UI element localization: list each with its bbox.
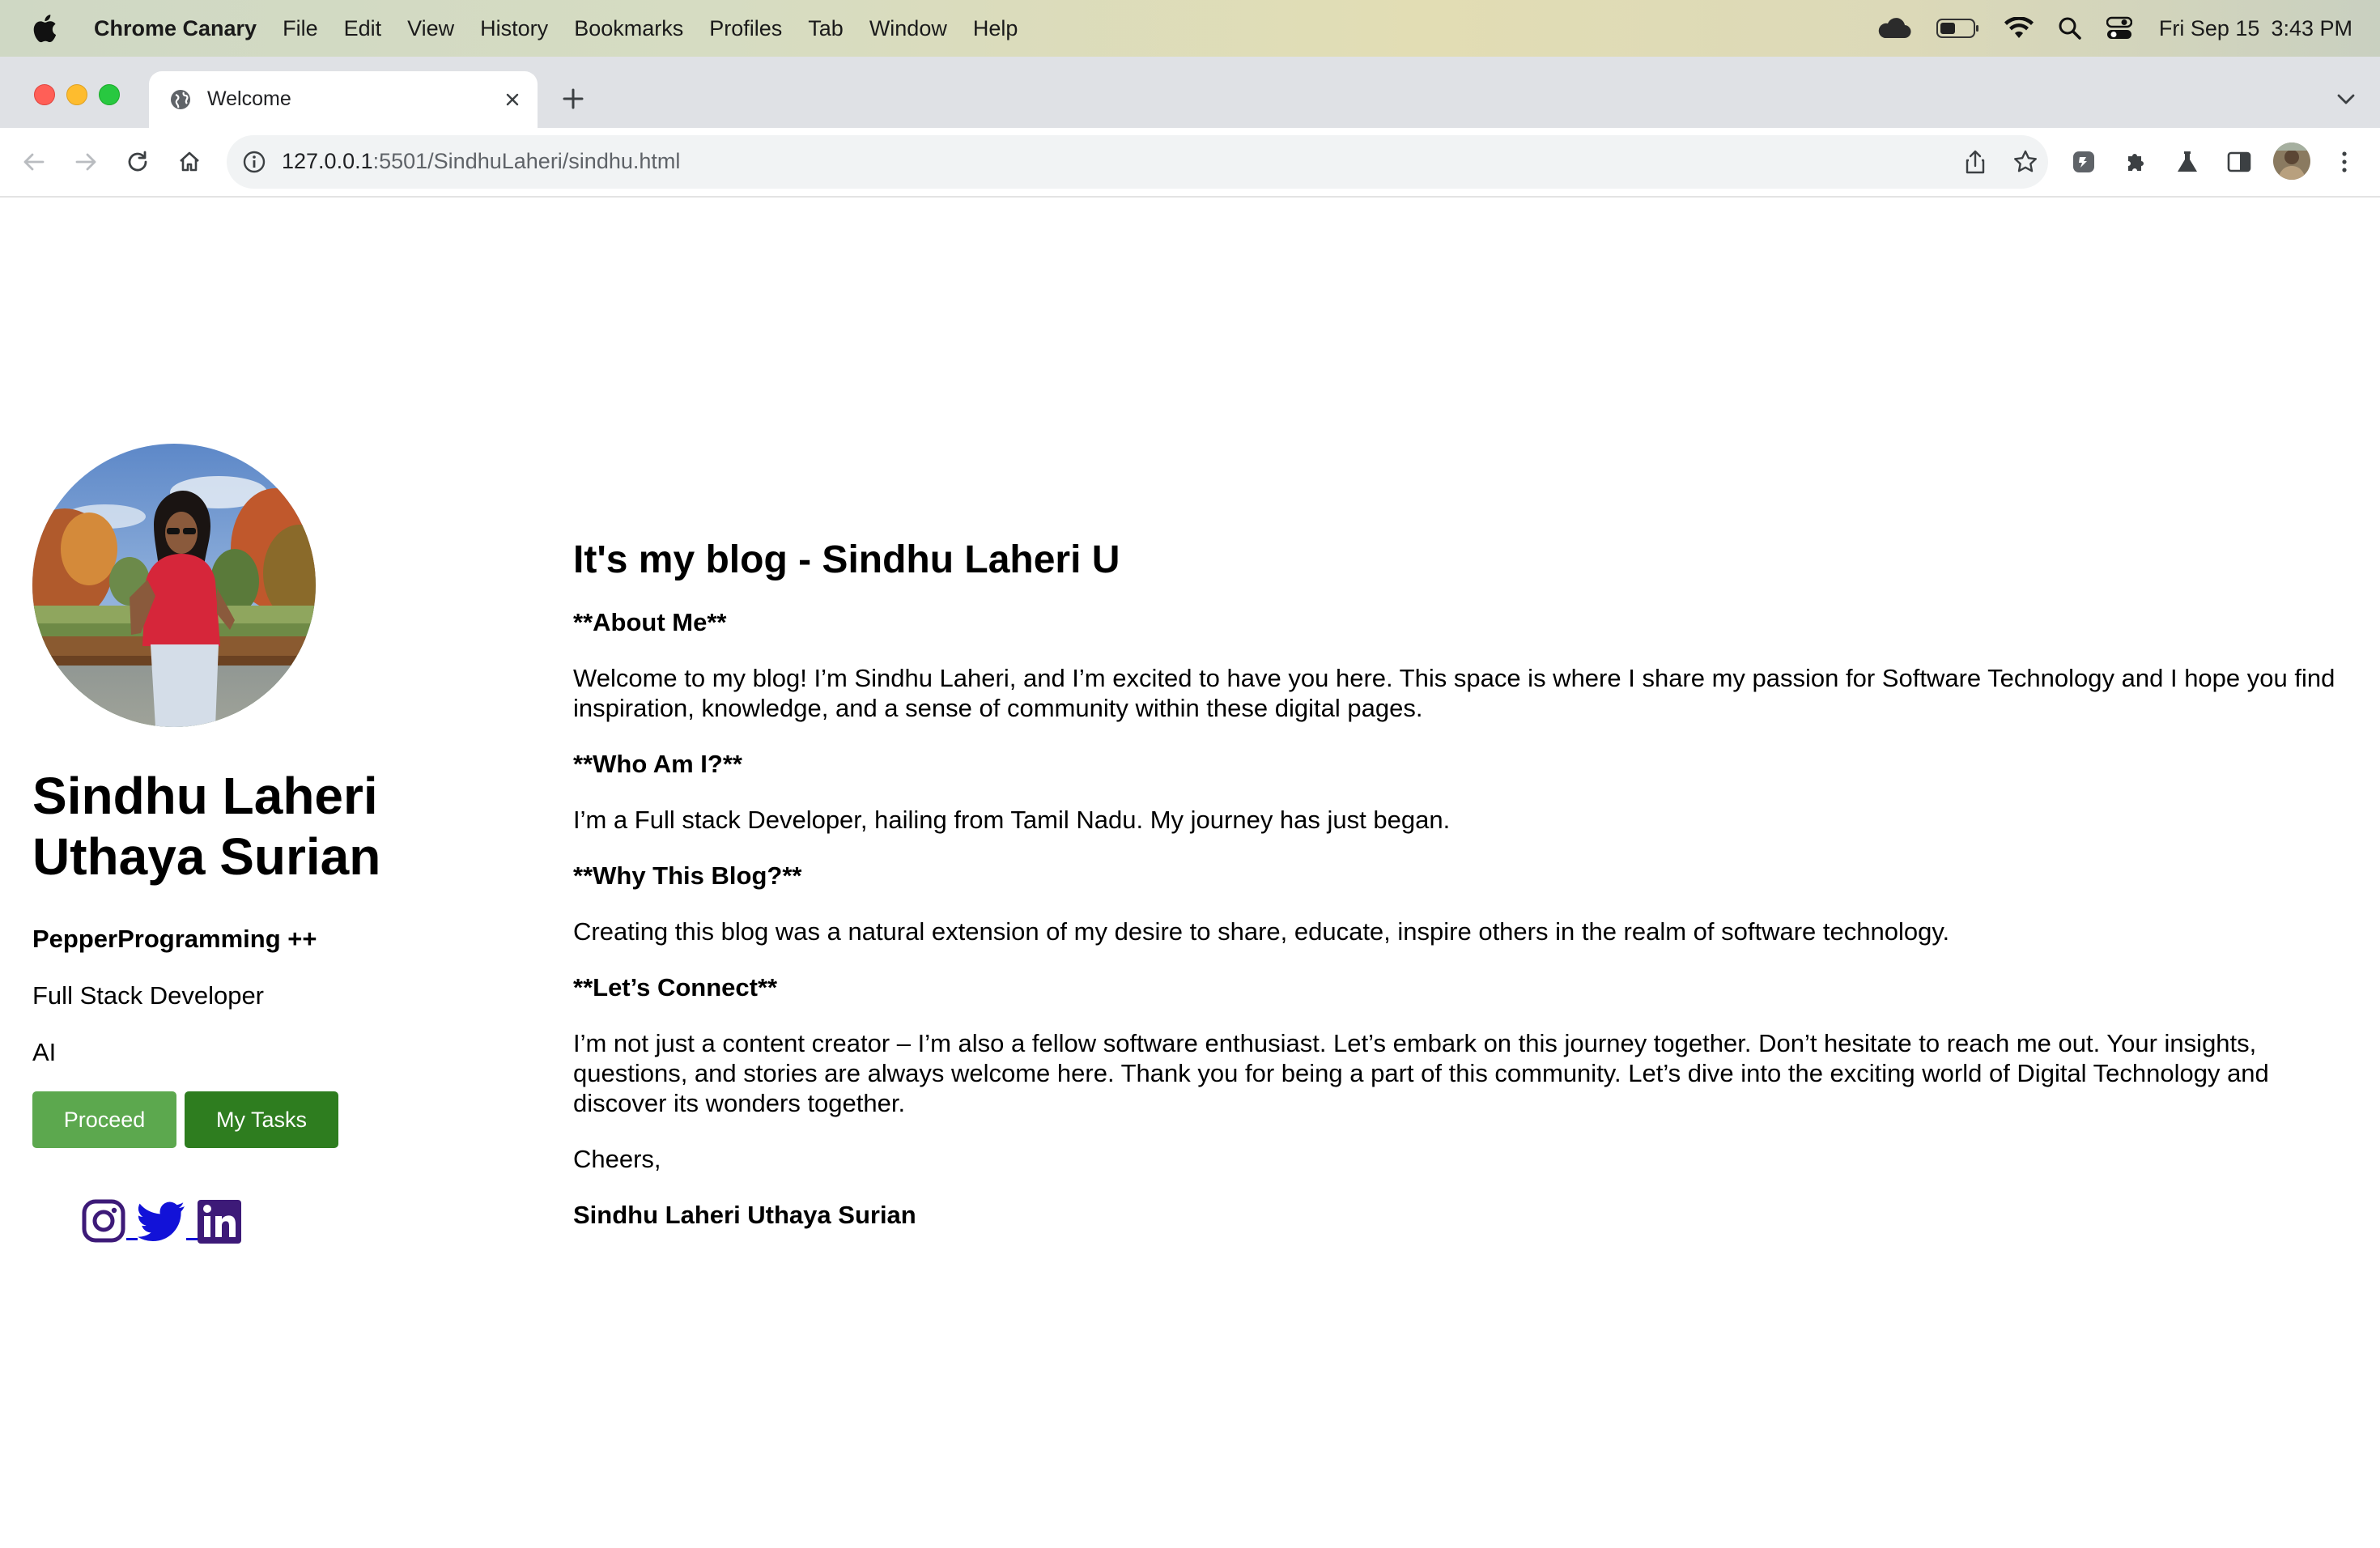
address-bar[interactable]: 127.0.0.1:5501/SindhuLaheri/sindhu.html — [227, 135, 2048, 189]
menu-app-name[interactable]: Chrome Canary — [94, 16, 257, 41]
why-heading: **Why This Blog?** — [573, 861, 802, 890]
extension-badge-icon — [2073, 151, 2094, 172]
menu-file[interactable]: File — [283, 16, 318, 41]
macos-menu-bar: Chrome Canary File Edit View History Boo… — [0, 0, 2380, 57]
menu-bar-status-area: Fri Sep 15 3:43 PM — [1864, 0, 2352, 57]
battery-icon[interactable] — [1936, 18, 1980, 39]
extension-button[interactable] — [2066, 144, 2102, 180]
menu-tab[interactable]: Tab — [808, 16, 844, 41]
linkedin-icon — [198, 1200, 241, 1244]
closing-text: Cheers, — [573, 1145, 661, 1173]
menu-edit[interactable]: Edit — [344, 16, 382, 41]
social-links — [81, 1198, 486, 1244]
instagram-link[interactable] — [81, 1198, 126, 1244]
control-center-icon[interactable] — [2106, 16, 2132, 40]
who-text: I’m a Full stack Developer, hailing from… — [573, 806, 1451, 834]
signature: Sindhu Laheri Uthaya Surian — [573, 1201, 916, 1229]
interest-label: AI — [32, 1038, 57, 1066]
who-heading: **Who Am I?** — [573, 750, 742, 778]
new-tab-button[interactable] — [559, 84, 588, 113]
url-host: 127.0.0.1 — [282, 149, 373, 173]
tab-search-button[interactable] — [2333, 86, 2359, 112]
more-vertical-icon — [2342, 151, 2347, 172]
menu-view[interactable]: View — [407, 16, 454, 41]
profile-photo — [32, 444, 316, 727]
flask-icon — [2178, 151, 2197, 172]
cloud-icon[interactable] — [1876, 17, 1912, 40]
clock-time: 3:43 PM — [2271, 15, 2352, 40]
twitter-link[interactable] — [138, 1201, 186, 1244]
linkedin-link[interactable] — [198, 1200, 241, 1244]
menu-window[interactable]: Window — [869, 16, 947, 41]
arrow-left-icon — [23, 153, 45, 171]
proceed-button[interactable]: Proceed — [32, 1091, 176, 1148]
menu-profiles[interactable]: Profiles — [709, 16, 782, 41]
bookmark-button[interactable] — [2008, 144, 2043, 180]
profile-avatar[interactable] — [2273, 142, 2310, 180]
side-panel-button[interactable] — [2221, 144, 2257, 180]
chevron-down-icon — [2337, 94, 2355, 104]
about-heading: **About Me** — [573, 608, 727, 636]
browser-toolbar: 127.0.0.1:5501/SindhuLaheri/sindhu.html — [0, 128, 2380, 198]
web-page: Sindhu Laheri Uthaya Surian PepperProgra… — [0, 198, 2380, 1548]
about-text: Welcome to my blog! I’m Sindhu Laheri, a… — [573, 664, 2335, 722]
screen: Chrome Canary File Edit View History Boo… — [0, 0, 2380, 1548]
url-text[interactable]: 127.0.0.1:5501/SindhuLaheri/sindhu.html — [282, 149, 680, 174]
job-title: Full Stack Developer — [32, 981, 265, 1010]
blog-content: It's my blog - Sindhu Laheri U **About M… — [573, 538, 2346, 1230]
menu-history[interactable]: History — [480, 16, 548, 41]
menu-bar-clock[interactable]: Fri Sep 15 3:43 PM — [2159, 16, 2352, 41]
connect-text: I’m not just a content creator – I’m als… — [573, 1029, 2269, 1117]
site-info-icon[interactable] — [241, 149, 267, 175]
url-path: :5501/SindhuLaheri/sindhu.html — [372, 149, 681, 173]
spotlight-search-icon[interactable] — [2058, 16, 2082, 40]
brand-name: PepperProgramming ++ — [32, 925, 317, 953]
labs-button[interactable] — [2170, 144, 2205, 180]
link-underline — [186, 1238, 198, 1240]
side-panel-icon — [2227, 151, 2251, 172]
wifi-icon[interactable] — [2004, 17, 2034, 40]
share-button[interactable] — [1957, 144, 1993, 180]
profile-sidebar: Sindhu Laheri Uthaya Surian PepperProgra… — [32, 444, 486, 1244]
reload-button[interactable] — [120, 144, 155, 180]
menu-help[interactable]: Help — [973, 16, 1018, 41]
globe-icon — [171, 90, 190, 109]
home-button[interactable] — [172, 144, 207, 180]
why-text: Creating this blog was a natural extensi… — [573, 917, 1950, 946]
clock-date: Fri Sep 15 — [2158, 15, 2260, 40]
back-button[interactable] — [16, 144, 52, 180]
star-icon — [2014, 150, 2037, 172]
close-icon[interactable] — [500, 87, 525, 112]
puzzle-piece-icon — [2128, 154, 2144, 171]
profile-name: Sindhu Laheri Uthaya Surian — [32, 767, 381, 886]
apple-menu-icon[interactable] — [29, 12, 58, 45]
home-icon — [180, 151, 199, 172]
connect-heading: **Let’s Connect** — [573, 973, 778, 1002]
plus-icon — [563, 88, 584, 109]
forward-button[interactable] — [68, 144, 104, 180]
link-underline — [126, 1238, 138, 1240]
action-buttons: Proceed My Tasks — [32, 1091, 486, 1148]
tab-title: Welcome — [207, 87, 291, 110]
twitter-icon — [138, 1201, 185, 1242]
instagram-icon — [82, 1199, 125, 1243]
tab-welcome[interactable]: Welcome — [149, 71, 538, 128]
zoom-window-button[interactable] — [99, 84, 120, 105]
reload-icon — [128, 151, 147, 172]
menu-bookmarks[interactable]: Bookmarks — [574, 16, 683, 41]
blog-title: It's my blog - Sindhu Laheri U — [573, 538, 1120, 581]
close-window-button[interactable] — [34, 84, 55, 105]
my-tasks-button[interactable]: My Tasks — [185, 1091, 338, 1148]
share-icon — [1966, 150, 1985, 174]
extensions-menu-button[interactable] — [2118, 144, 2153, 180]
minimize-window-button[interactable] — [66, 84, 87, 105]
browser-menu-button[interactable] — [2327, 144, 2362, 180]
arrow-right-icon — [75, 153, 96, 171]
